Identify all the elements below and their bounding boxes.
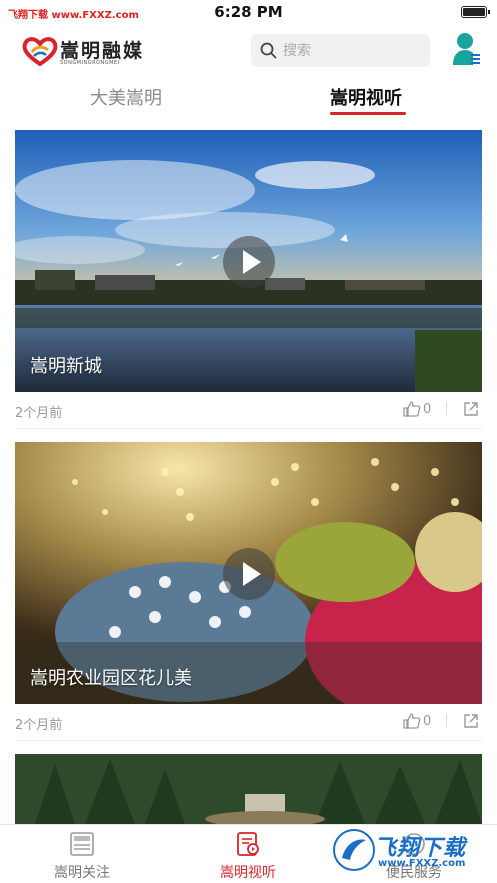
video-title: 嵩明新城 [30,356,102,377]
search-box[interactable] [251,34,430,67]
tab-bar: 大美嵩明 嵩明视听 [0,78,497,120]
nav-songming-guanzhu[interactable]: 嵩明关注 [22,825,142,883]
logo-subtext: SONGMINGRONGMEI [60,60,120,66]
video-title: 嵩明农业园区花儿美 [30,668,192,689]
video-thumbnail[interactable]: 嵩明新城 [15,130,482,392]
video-time: 2个月前 [15,406,63,421]
card-divider [15,740,482,741]
battery-icon [461,6,490,18]
media-icon [237,832,259,856]
news-icon [70,832,94,856]
meta-separator [446,402,447,416]
thumbs-up-icon[interactable] [403,401,421,417]
video-feed[interactable]: 嵩明新城 2个月前 0 嵩明农业园区花儿美 2个月前 0 [0,130,497,824]
nav-songming-shiting[interactable]: 嵩明视听 [188,825,308,883]
app-screen: 飞翔下载 www.FXXZ.com 6:28 PM 嵩明融媒 SONGMINGR… [0,0,497,883]
status-bar: 飞翔下载 www.FXXZ.com 6:28 PM [0,0,497,26]
like-count: 0 [423,714,432,729]
thumbs-up-icon[interactable] [403,713,421,729]
watermark-logo-icon [333,829,375,871]
logo-text: 嵩明融媒 [60,40,145,62]
active-tab-indicator [330,112,406,115]
video-meta: 2个月前 0 [15,392,482,428]
nav-label: 嵩明关注 [54,865,110,881]
card-divider [15,428,482,429]
watermark-url: www.FXXZ.com [378,858,466,869]
video-time: 2个月前 [15,718,63,733]
logo-heart-icon [22,37,58,66]
tab-damei-songming[interactable]: 大美嵩明 [90,84,162,110]
search-icon [260,42,277,59]
nav-label: 嵩明视听 [220,865,276,881]
tab-songming-shiting[interactable]: 嵩明视听 [330,84,402,110]
meta-separator [446,714,447,728]
video-thumbnail[interactable] [15,754,482,824]
video-thumbnail[interactable]: 嵩明农业园区花儿美 [15,442,482,704]
play-button[interactable] [223,236,275,288]
app-header: 嵩明融媒 SONGMINGRONGMEI [0,26,497,78]
app-logo[interactable]: 嵩明融媒 SONGMINGRONGMEI [22,34,162,70]
play-button[interactable] [223,548,275,600]
share-icon[interactable] [463,713,479,729]
watermark: 飞翔下载 www.FXXZ.com [330,824,497,883]
search-input[interactable] [283,34,423,67]
forest-scene-image [15,754,482,824]
user-icon[interactable] [451,32,481,66]
share-icon[interactable] [463,401,479,417]
video-meta: 2个月前 0 [15,704,482,740]
status-time: 6:28 PM [214,3,283,21]
like-count: 0 [423,402,432,417]
